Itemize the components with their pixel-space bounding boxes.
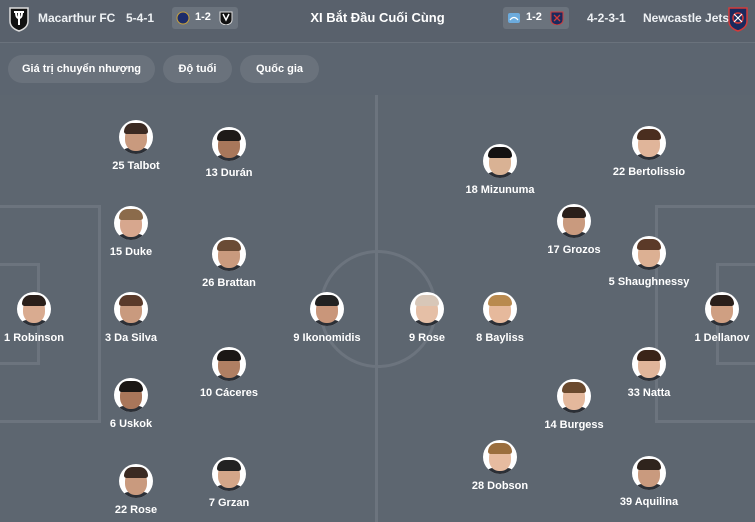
tab-age[interactable]: Độ tuổi: [163, 55, 232, 83]
player-name: 1 Dellanov: [694, 332, 750, 344]
player-card[interactable]: 10 Cáceres: [179, 347, 279, 400]
player-card[interactable]: 9 Ikonomidis: [277, 292, 377, 345]
lineup-header: Macarthur FC 5-4-1 1-2 XI Bắt Đầu Cuối C…: [0, 0, 755, 43]
player-card[interactable]: 1 Robinson: [0, 292, 84, 345]
player-name: 5 Shaughnessy: [608, 276, 690, 288]
player-name: 26 Brattan: [202, 277, 256, 289]
player-avatar: [212, 457, 246, 491]
player-card[interactable]: 18 Mizunuma: [450, 144, 550, 197]
player-avatar: [483, 144, 517, 178]
opponent-crest-icon: [508, 13, 520, 23]
player-name: 14 Burgess: [544, 419, 604, 431]
player-card[interactable]: 6 Uskok: [81, 378, 181, 431]
player-card[interactable]: 8 Bayliss: [450, 292, 550, 345]
player-card[interactable]: 28 Dobson: [450, 440, 550, 493]
player-name: 39 Aquilina: [619, 496, 679, 508]
pitch: 25 Talbot 13 Durán 15 Duke 26 Brattan 1 …: [0, 95, 755, 522]
player-avatar: [483, 292, 517, 326]
player-name: 25 Talbot: [112, 160, 160, 172]
player-avatar: [212, 237, 246, 271]
tab-market-value[interactable]: Giá trị chuyển nhượng: [8, 55, 155, 83]
player-name: 28 Dobson: [471, 480, 529, 492]
player-avatar: [17, 292, 51, 326]
player-avatar: [632, 456, 666, 490]
player-avatar: [705, 292, 739, 326]
player-avatar: [410, 292, 444, 326]
player-avatar: [557, 204, 591, 238]
page-title: XI Bắt Đầu Cuối Cùng: [310, 10, 445, 25]
player-card[interactable]: 39 Aquilina: [599, 456, 699, 509]
player-card[interactable]: 1 Dellanov: [672, 292, 755, 345]
player-name: 18 Mizunuma: [465, 184, 535, 196]
away-score-box[interactable]: 1-2: [503, 7, 569, 29]
player-name: 13 Durán: [205, 167, 253, 179]
player-name: 22 Bertolissio: [612, 166, 686, 178]
player-avatar: [119, 120, 153, 154]
player-name: 1 Robinson: [4, 332, 64, 344]
player-name: 10 Cáceres: [199, 387, 259, 399]
player-name: 3 Da Silva: [105, 332, 157, 344]
player-avatar: [632, 126, 666, 160]
away-formation: 4-2-3-1: [587, 11, 626, 25]
player-card[interactable]: 22 Bertolissio: [599, 126, 699, 179]
tab-nationality[interactable]: Quốc gia: [240, 55, 319, 83]
player-card[interactable]: 7 Grzan: [179, 457, 279, 510]
player-name: 9 Ikonomidis: [293, 332, 361, 344]
player-card[interactable]: 5 Shaughnessy: [599, 236, 699, 289]
player-avatar: [632, 236, 666, 270]
player-card[interactable]: 15 Duke: [81, 206, 181, 259]
player-card[interactable]: 3 Da Silva: [81, 292, 181, 345]
newcastle-crest-icon[interactable]: [727, 6, 749, 32]
away-score: 1-2: [526, 11, 542, 23]
player-name: 15 Duke: [109, 246, 153, 258]
player-avatar: [632, 347, 666, 381]
newcastle-crest-small-icon: [550, 11, 564, 25]
player-card[interactable]: 14 Burgess: [524, 379, 624, 432]
player-card[interactable]: 13 Durán: [179, 127, 279, 180]
player-avatar: [114, 206, 148, 240]
player-name: 6 Uskok: [109, 418, 153, 430]
player-card[interactable]: 26 Brattan: [179, 237, 279, 290]
player-card[interactable]: 25 Talbot: [86, 120, 186, 173]
player-avatar: [212, 127, 246, 161]
player-avatar: [114, 378, 148, 412]
player-avatar: [483, 440, 517, 474]
player-name: 8 Bayliss: [476, 332, 524, 344]
player-avatar: [212, 347, 246, 381]
player-avatar: [119, 464, 153, 498]
player-name: 22 Rose: [114, 504, 158, 516]
player-avatar: [114, 292, 148, 326]
player-avatar: [310, 292, 344, 326]
player-avatar: [557, 379, 591, 413]
player-card[interactable]: 22 Rose: [86, 464, 186, 517]
away-team-name[interactable]: Newcastle Jets: [643, 11, 729, 25]
player-name: 7 Grzan: [208, 497, 250, 509]
